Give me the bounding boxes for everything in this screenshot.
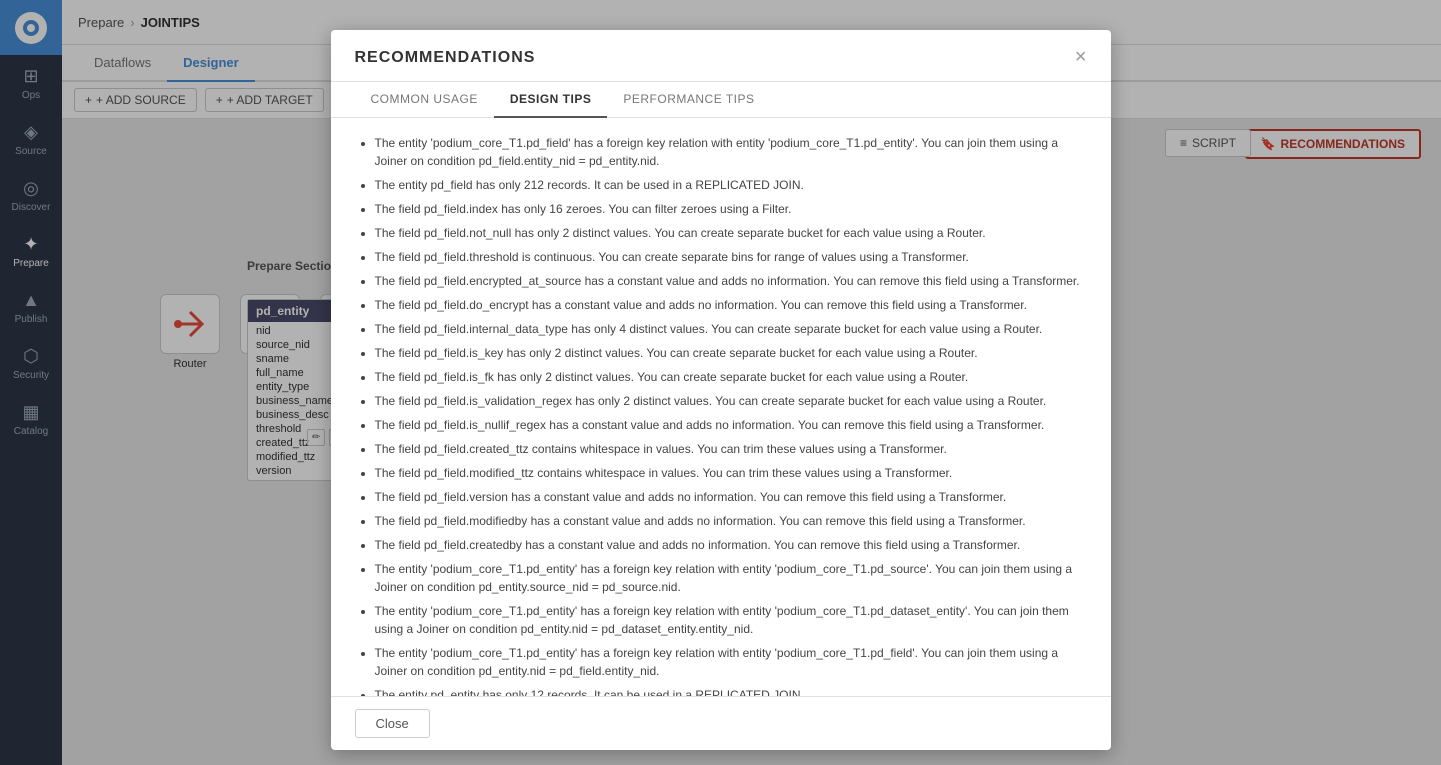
modal-overlay: RECOMMENDATIONS × COMMON USAGE DESIGN TI… <box>0 0 1441 765</box>
recommendations-list: The entity 'podium_core_T1.pd_field' has… <box>355 134 1087 696</box>
modal-header: RECOMMENDATIONS × <box>331 30 1111 82</box>
list-item: The entity pd_entity has only 12 records… <box>375 686 1087 696</box>
tab-common-usage[interactable]: COMMON USAGE <box>355 82 494 118</box>
modal-body: The entity 'podium_core_T1.pd_field' has… <box>331 118 1111 696</box>
list-item: The entity 'podium_core_T1.pd_entity' ha… <box>375 644 1087 680</box>
list-item: The field pd_field.is_validation_regex h… <box>375 392 1087 410</box>
list-item: The field pd_field.threshold is continuo… <box>375 248 1087 266</box>
modal-footer: Close <box>331 696 1111 750</box>
list-item: The field pd_field.internal_data_type ha… <box>375 320 1087 338</box>
list-item: The field pd_field.index has only 16 zer… <box>375 200 1087 218</box>
tab-performance-tips[interactable]: PERFORMANCE TIPS <box>607 82 770 118</box>
list-item: The entity 'podium_core_T1.pd_field' has… <box>375 134 1087 170</box>
tab-design-tips[interactable]: DESIGN TIPS <box>494 82 608 118</box>
modal-close-button[interactable]: × <box>1075 46 1087 69</box>
modal-footer-close-button[interactable]: Close <box>355 709 430 738</box>
modal-tabs: COMMON USAGE DESIGN TIPS PERFORMANCE TIP… <box>331 82 1111 118</box>
recommendations-modal: RECOMMENDATIONS × COMMON USAGE DESIGN TI… <box>331 30 1111 750</box>
list-item: The field pd_field.created_ttz contains … <box>375 440 1087 458</box>
list-item: The field pd_field.createdby has a const… <box>375 536 1087 554</box>
list-item: The entity 'podium_core_T1.pd_entity' ha… <box>375 602 1087 638</box>
modal-title: RECOMMENDATIONS <box>355 49 536 67</box>
list-item: The field pd_field.is_key has only 2 dis… <box>375 344 1087 362</box>
list-item: The field pd_field.do_encrypt has a cons… <box>375 296 1087 314</box>
list-item: The entity pd_field has only 212 records… <box>375 176 1087 194</box>
list-item: The entity 'podium_core_T1.pd_entity' ha… <box>375 560 1087 596</box>
list-item: The field pd_field.is_fk has only 2 dist… <box>375 368 1087 386</box>
list-item: The field pd_field.version has a constan… <box>375 488 1087 506</box>
list-item: The field pd_field.is_nullif_regex has a… <box>375 416 1087 434</box>
list-item: The field pd_field.encrypted_at_source h… <box>375 272 1087 290</box>
list-item: The field pd_field.modified_ttz contains… <box>375 464 1087 482</box>
list-item: The field pd_field.modifiedby has a cons… <box>375 512 1087 530</box>
list-item: The field pd_field.not_null has only 2 d… <box>375 224 1087 242</box>
